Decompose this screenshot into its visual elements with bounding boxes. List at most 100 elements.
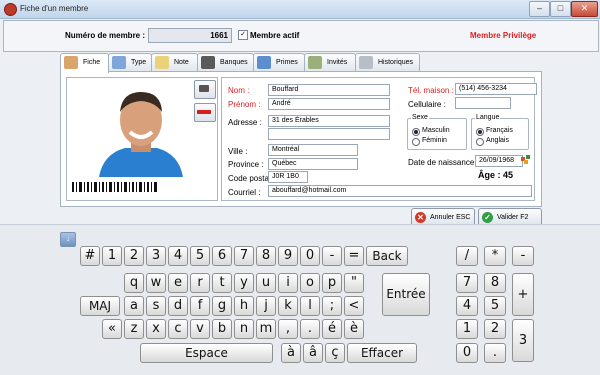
nom-field[interactable]: Bouffard xyxy=(268,84,390,96)
minimize-button[interactable]: – xyxy=(529,1,550,17)
key-special[interactable]: = xyxy=(344,246,364,266)
key-special[interactable]: à xyxy=(281,343,301,363)
key-2[interactable]: 2 xyxy=(124,246,144,266)
key-j[interactable]: j xyxy=(256,296,276,316)
numpad-key[interactable]: 0 xyxy=(456,343,478,363)
numpad-key[interactable]: 3 xyxy=(512,319,534,362)
key-3[interactable]: 3 xyxy=(146,246,166,266)
key-special[interactable]: < xyxy=(344,296,364,316)
key-m[interactable]: m xyxy=(256,319,276,339)
sexe-masculin-radio[interactable] xyxy=(412,128,420,136)
key-7[interactable]: 7 xyxy=(234,246,254,266)
key-u[interactable]: u xyxy=(256,273,276,293)
key-l[interactable]: l xyxy=(300,296,320,316)
key-special[interactable]: â xyxy=(303,343,323,363)
key-special[interactable]: Effacer xyxy=(347,343,417,363)
key-5[interactable]: 5 xyxy=(190,246,210,266)
key-z[interactable]: z xyxy=(124,319,144,339)
province-label: Province : xyxy=(228,160,264,169)
key-i[interactable]: i xyxy=(278,273,298,293)
close-button[interactable]: ✕ xyxy=(571,1,598,17)
adresse-field[interactable]: 31 des Érables xyxy=(268,115,390,127)
numpad-key[interactable]: 4 xyxy=(456,296,478,316)
key-1[interactable]: 1 xyxy=(102,246,122,266)
tab-banques[interactable]: Banques xyxy=(197,53,254,72)
province-field[interactable]: Québec xyxy=(268,158,358,170)
key-9[interactable]: 9 xyxy=(278,246,298,266)
key-b[interactable]: b xyxy=(212,319,232,339)
key-special[interactable]: MAJ xyxy=(80,296,120,316)
numpad-key[interactable]: + xyxy=(512,273,534,316)
key-n[interactable]: n xyxy=(234,319,254,339)
numpad-key[interactable]: 1 xyxy=(456,319,478,339)
key-0[interactable]: 0 xyxy=(300,246,320,266)
key-6[interactable]: 6 xyxy=(212,246,232,266)
key-v[interactable]: v xyxy=(190,319,210,339)
courriel-field[interactable]: abouffard@hotmail.com xyxy=(268,185,532,197)
key-special[interactable]: « xyxy=(102,319,122,339)
langue-anglais-radio[interactable] xyxy=(476,138,484,146)
maximize-button[interactable]: □ xyxy=(550,1,571,17)
key-special[interactable]: # xyxy=(80,246,100,266)
key-w[interactable]: w xyxy=(146,273,166,293)
tab-note[interactable]: Note xyxy=(151,53,198,72)
key-c[interactable]: c xyxy=(168,319,188,339)
numpad-key[interactable]: 5 xyxy=(484,296,506,316)
delete-photo-button[interactable] xyxy=(194,103,216,122)
key-y[interactable]: y xyxy=(234,273,254,293)
code-postal-field[interactable]: J0R 1B0 xyxy=(268,171,308,183)
numpad-key[interactable]: 2 xyxy=(484,319,506,339)
key-8[interactable]: 8 xyxy=(256,246,276,266)
sexe-feminin-radio[interactable] xyxy=(412,138,420,146)
camera-button[interactable] xyxy=(194,80,216,99)
key-special[interactable]: . xyxy=(300,319,320,339)
cell-field[interactable] xyxy=(455,97,511,109)
key-r[interactable]: r xyxy=(190,273,210,293)
key-special[interactable]: " xyxy=(344,273,364,293)
key-h[interactable]: h xyxy=(234,296,254,316)
ville-field[interactable]: Montréal xyxy=(268,144,358,156)
adresse-line2-field[interactable] xyxy=(268,128,390,140)
tel-field[interactable]: (514) 456-3234 xyxy=(455,83,537,95)
key-g[interactable]: g xyxy=(212,296,232,316)
tab-invites[interactable]: Invités xyxy=(304,53,356,72)
key-q[interactable]: q xyxy=(124,273,144,293)
key-special[interactable]: Back xyxy=(366,246,408,266)
numpad-key[interactable]: - xyxy=(512,246,534,266)
prenom-field[interactable]: André xyxy=(268,98,390,110)
calendar-icon[interactable] xyxy=(521,155,531,165)
langue-francais-radio[interactable] xyxy=(476,128,484,136)
key-d[interactable]: d xyxy=(168,296,188,316)
key-special[interactable]: ç xyxy=(325,343,345,363)
key-special[interactable]: , xyxy=(278,319,298,339)
key-special[interactable]: è xyxy=(344,319,364,339)
key-special[interactable]: é xyxy=(322,319,342,339)
numpad-key[interactable]: * xyxy=(484,246,506,266)
key-f[interactable]: f xyxy=(190,296,210,316)
naissance-field[interactable]: 26/09/1968 xyxy=(475,155,523,167)
key-special[interactable]: Entrée xyxy=(382,273,430,316)
tab-fiche[interactable]: Fiche xyxy=(60,53,109,73)
key-t[interactable]: t xyxy=(212,273,232,293)
numpad-key[interactable]: 8 xyxy=(484,273,506,293)
key-p[interactable]: p xyxy=(322,273,342,293)
key-special[interactable]: Espace xyxy=(140,343,273,363)
key-special[interactable]: ; xyxy=(322,296,342,316)
numpad-key[interactable]: / xyxy=(456,246,478,266)
naissance-label: Date de naissance : xyxy=(408,158,479,167)
key-a[interactable]: a xyxy=(124,296,144,316)
key-k[interactable]: k xyxy=(278,296,298,316)
key-o[interactable]: o xyxy=(300,273,320,293)
active-checkbox[interactable]: ✓ xyxy=(238,30,248,40)
key-special[interactable]: - xyxy=(322,246,342,266)
numpad-key[interactable]: . xyxy=(484,343,506,363)
numpad-key[interactable]: 7 xyxy=(456,273,478,293)
key-x[interactable]: x xyxy=(146,319,166,339)
key-e[interactable]: e xyxy=(168,273,188,293)
key-s[interactable]: s xyxy=(146,296,166,316)
tab-type[interactable]: Type xyxy=(108,53,152,72)
key-4[interactable]: 4 xyxy=(168,246,188,266)
tab-primes[interactable]: Primes xyxy=(253,53,305,72)
tab-historiques[interactable]: Historiques xyxy=(355,53,420,72)
collapse-keyboard-button[interactable]: ↓ xyxy=(60,232,76,247)
